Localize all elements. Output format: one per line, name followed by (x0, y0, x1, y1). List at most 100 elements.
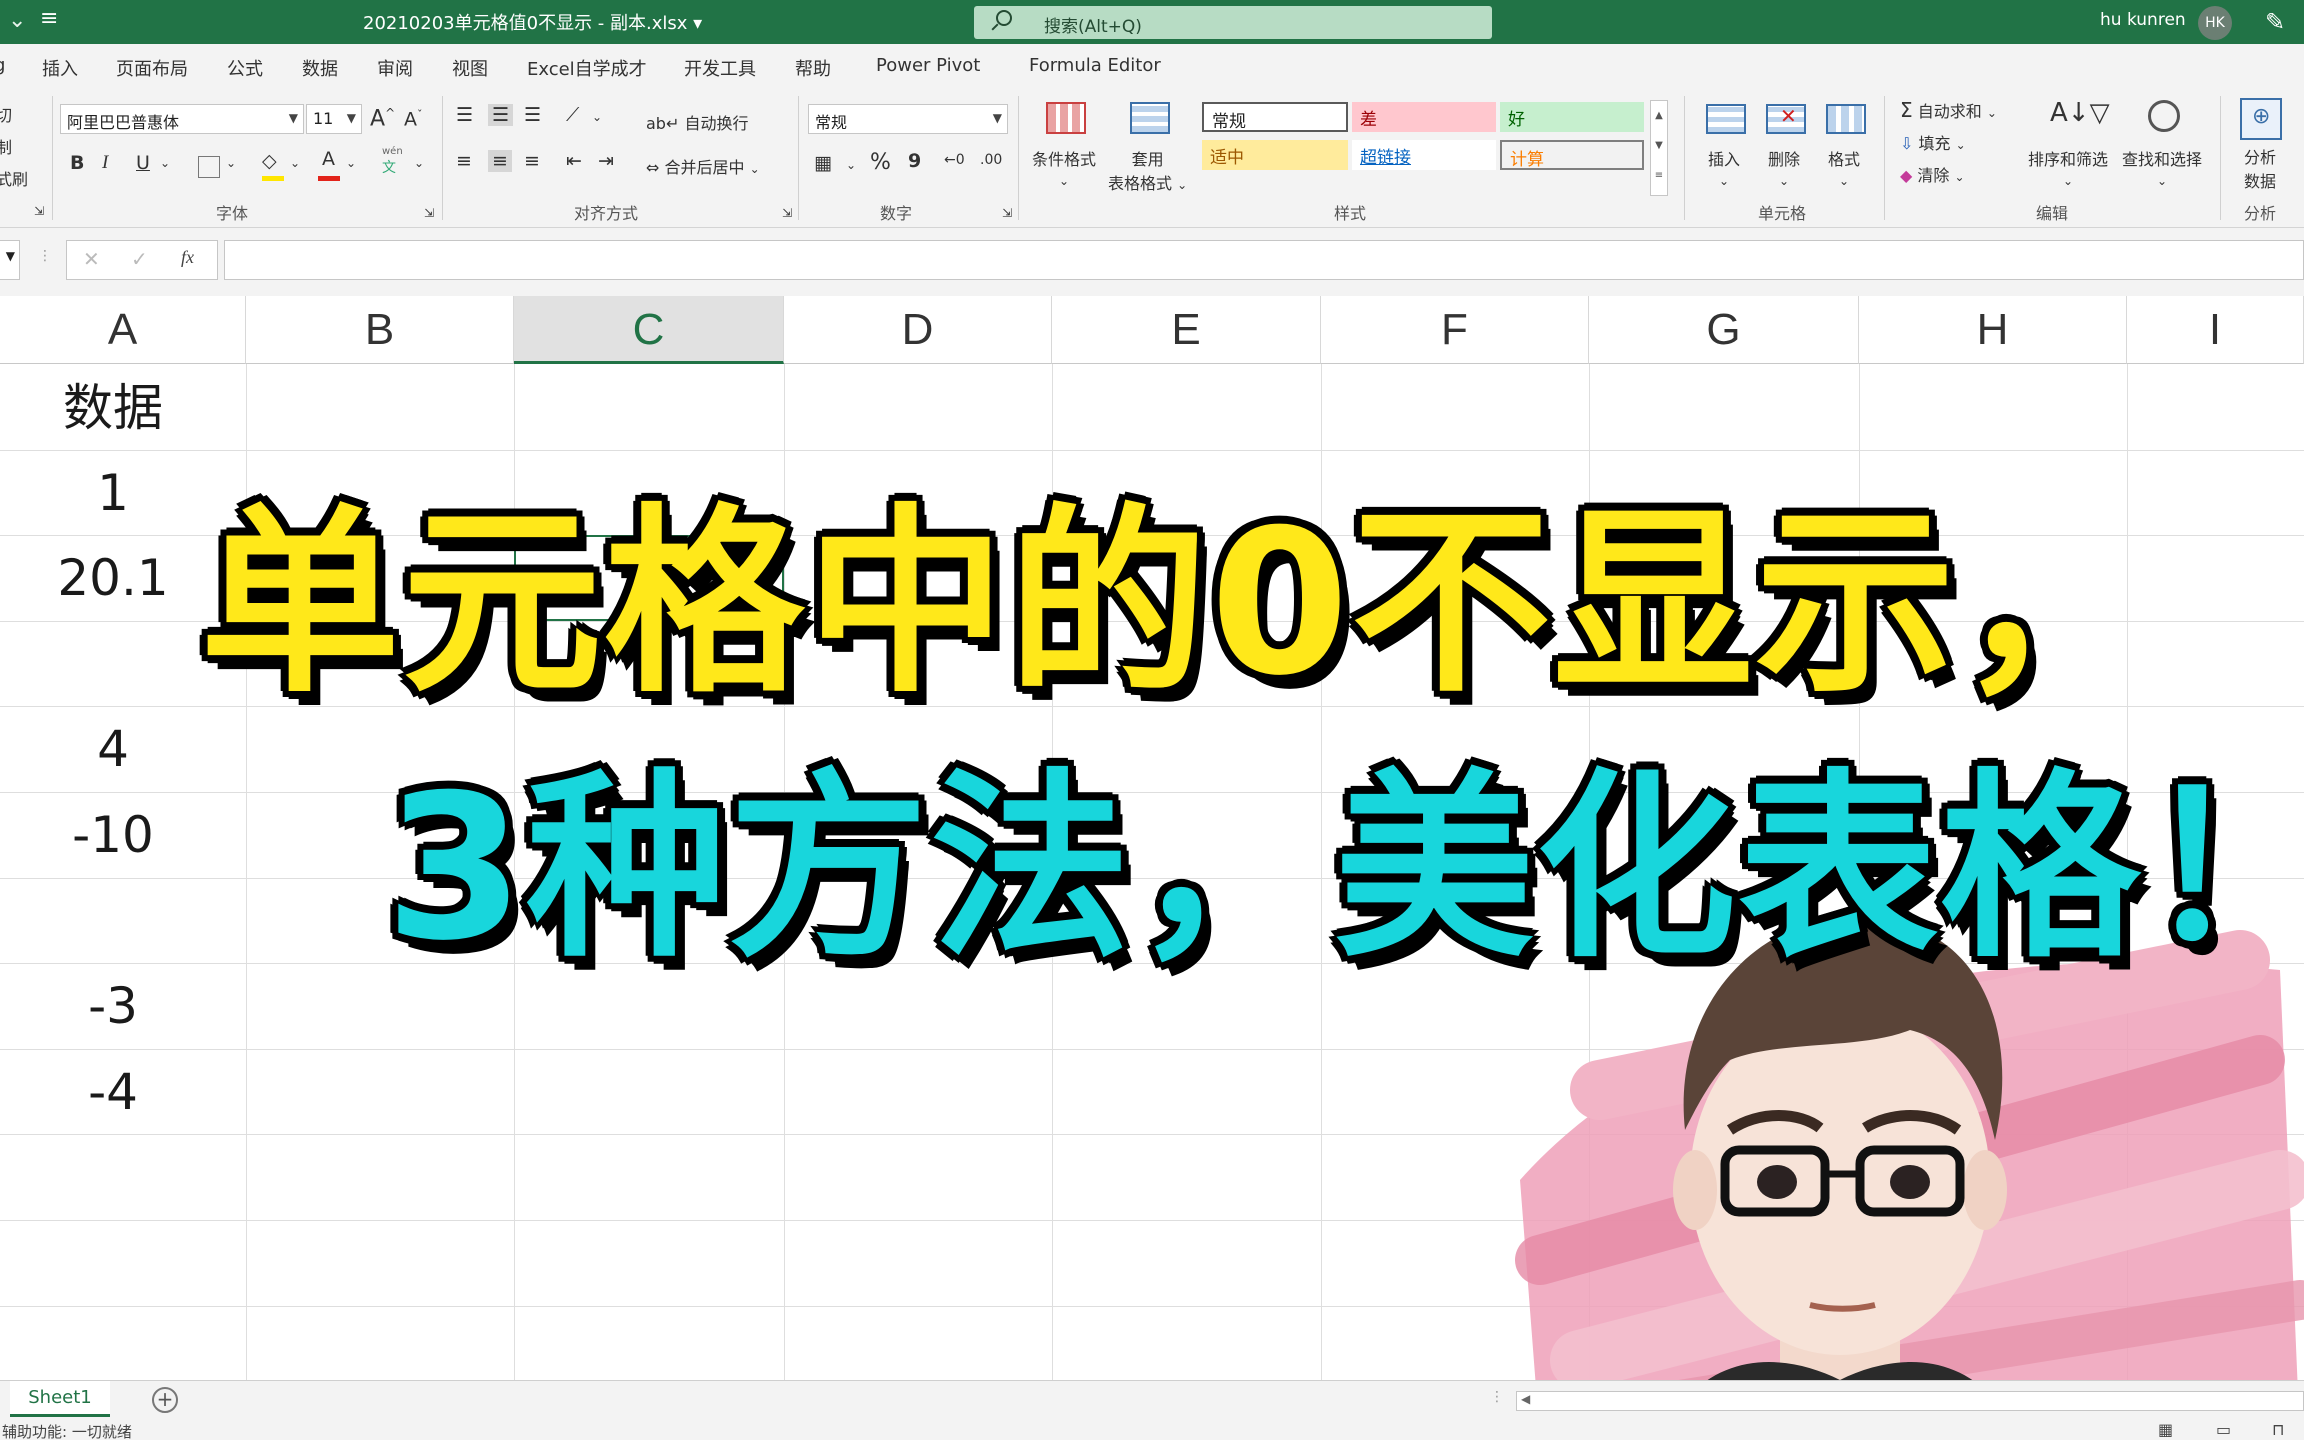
style-hyperlink[interactable]: 超链接 (1352, 140, 1496, 170)
chevron-down-icon[interactable]: ⌄ (346, 156, 356, 170)
normal-view-icon[interactable]: ▦ (2158, 1420, 2173, 1439)
undo-icon[interactable]: ⌄ (8, 8, 26, 33)
align-top-icon[interactable]: ☰ (456, 104, 473, 126)
italic-button[interactable]: I (102, 152, 108, 174)
chevron-down-icon[interactable]: ⌄ (226, 156, 236, 170)
formula-input[interactable] (224, 240, 2304, 280)
conditional-format-button[interactable]: 条件格式 ⌄ (1032, 146, 1096, 189)
style-normal[interactable]: 常规 (1202, 102, 1348, 132)
search-input[interactable]: 搜索(Alt+Q) (974, 6, 1492, 39)
tab-help[interactable]: 帮助 (795, 55, 831, 81)
cell-a3[interactable]: 20.1 (0, 538, 226, 618)
font-size-select[interactable]: 11 ▼ (306, 104, 362, 134)
scroll-left-icon[interactable]: ◀ (1521, 1392, 1530, 1406)
tab-excel-zixue[interactable]: Excel自学成才 (527, 55, 647, 81)
column-header-g[interactable]: G (1589, 296, 1859, 364)
column-header-a[interactable]: A (0, 296, 246, 364)
grow-font-button[interactable]: A^ (370, 106, 395, 131)
align-middle-icon[interactable]: ☰ (488, 104, 514, 126)
tab-page-layout[interactable]: 页面布局 (116, 55, 188, 81)
column-header-i[interactable]: I (2127, 296, 2304, 364)
tab-power-pivot[interactable]: Power Pivot (876, 55, 980, 76)
chevron-down-icon[interactable]: ⌄ (592, 110, 602, 124)
alignment-launcher-icon[interactable]: ⇲ (782, 206, 792, 220)
increase-decimal-icon[interactable]: ←0 (944, 152, 965, 168)
chevron-down-icon[interactable]: ⌄ (846, 158, 856, 172)
sort-filter-button[interactable]: 排序和筛选 ⌄ (2028, 146, 2108, 189)
chevron-down-icon[interactable]: ⌄ (160, 156, 170, 170)
phonetic-guide-icon[interactable]: wén 文 (382, 146, 403, 177)
customize-quick-access-icon[interactable]: ≡ (40, 6, 58, 31)
column-header-f[interactable]: F (1321, 296, 1589, 364)
align-left-icon[interactable]: ≡ (456, 150, 472, 172)
column-header-h[interactable]: H (1859, 296, 2127, 364)
format-as-table-button[interactable]: 套用 表格格式 ⌄ (1108, 146, 1187, 194)
avatar[interactable]: HK (2198, 6, 2232, 40)
document-title[interactable]: 20210203单元格值0不显示 - 副本.xlsx ▾ (363, 9, 702, 35)
bold-button[interactable]: B (70, 152, 84, 174)
horizontal-scrollbar[interactable]: ◀ (1516, 1391, 2304, 1411)
font-launcher-icon[interactable]: ⇲ (424, 206, 434, 220)
pen-icon[interactable]: ✎ (2265, 8, 2285, 36)
fill-color-icon[interactable]: ◇ (262, 150, 277, 172)
cell-a8[interactable]: -3 (0, 966, 226, 1046)
tab-formulas[interactable]: 公式 (227, 55, 263, 81)
column-header-c[interactable]: C (514, 296, 784, 364)
format-cells-button[interactable]: 格式 ⌄ (1828, 146, 1860, 189)
tab-home-partial[interactable]: g (0, 55, 5, 76)
style-good[interactable]: 好 (1500, 102, 1644, 132)
style-neutral[interactable]: 适中 (1202, 140, 1348, 170)
number-launcher-icon[interactable]: ⇲ (1002, 206, 1012, 220)
column-header-e[interactable]: E (1052, 296, 1321, 364)
style-bad[interactable]: 差 (1352, 102, 1496, 132)
name-box[interactable]: ▼ (0, 240, 20, 280)
cell-a5[interactable]: 4 (0, 709, 226, 789)
cell-a9[interactable]: -4 (0, 1052, 226, 1132)
tab-review[interactable]: 审阅 (377, 55, 413, 81)
find-select-button[interactable]: 查找和选择 ⌄ (2122, 146, 2202, 189)
delete-cells-button[interactable]: 删除 ⌄ (1768, 146, 1800, 189)
percent-style-button[interactable]: % (870, 150, 891, 175)
format-painter-button[interactable]: 式刷 (0, 166, 28, 190)
font-color-icon[interactable]: A (322, 148, 335, 170)
tab-data[interactable]: 数据 (302, 55, 338, 81)
styles-scroll[interactable]: ▲ ▼ ≡ (1650, 100, 1668, 196)
comma-style-button[interactable]: 9 (908, 150, 921, 172)
page-break-view-icon[interactable]: ⊓ (2272, 1420, 2284, 1439)
increase-indent-icon[interactable]: ⇥ (598, 150, 614, 172)
sheet-tab[interactable]: Sheet1 (10, 1381, 110, 1417)
analyze-data-button[interactable]: 分析 数据 (2244, 144, 2276, 192)
enter-icon[interactable]: ✓ (131, 247, 148, 271)
align-center-icon[interactable]: ≡ (488, 150, 512, 172)
resize-handle-icon[interactable]: ⋮ (1490, 1389, 1504, 1405)
add-sheet-icon[interactable]: + (152, 1387, 178, 1413)
decrease-indent-icon[interactable]: ⇤ (566, 150, 582, 172)
user-name[interactable]: hu kunren (2100, 10, 2186, 30)
page-layout-view-icon[interactable]: ▭ (2216, 1420, 2231, 1439)
decrease-decimal-icon[interactable]: .00 (980, 152, 1002, 168)
tab-formula-editor[interactable]: Formula Editor (1029, 55, 1161, 76)
column-header-d[interactable]: D (784, 296, 1052, 364)
accessibility-status[interactable]: 辅助功能: 一切就绪 (2, 1421, 132, 1440)
copy-button[interactable]: 制 (0, 134, 12, 158)
fill-button[interactable]: ⇩ 填充 ⌄ (1900, 130, 1966, 154)
insert-cells-button[interactable]: 插入 ⌄ (1708, 146, 1740, 189)
tab-insert[interactable]: 插入 (42, 55, 78, 81)
column-header-b[interactable]: B (246, 296, 514, 364)
orientation-icon[interactable]: ⟋ (566, 104, 579, 126)
clear-button[interactable]: ◆ 清除 ⌄ (1900, 162, 1965, 186)
autosum-button[interactable]: Σ 自动求和 ⌄ (1900, 98, 1997, 122)
accounting-format-icon[interactable]: ▦ (814, 152, 832, 174)
shrink-font-button[interactable]: Aˇ (404, 108, 423, 130)
cell-a2[interactable]: 1 (0, 453, 226, 533)
cut-button[interactable]: 切 (0, 102, 12, 126)
number-format-select[interactable]: 常规 ▼ (808, 104, 1008, 134)
clipboard-launcher-icon[interactable]: ⇲ (34, 204, 44, 218)
tab-developer[interactable]: 开发工具 (684, 55, 756, 81)
borders-icon[interactable] (198, 156, 220, 178)
chevron-down-icon[interactable]: ⌄ (414, 156, 424, 170)
cancel-icon[interactable]: ✕ (83, 247, 100, 271)
align-bottom-icon[interactable]: ☰ (524, 104, 541, 126)
chevron-down-icon[interactable]: ⌄ (290, 156, 300, 170)
resize-handle-icon[interactable]: ⋮ (38, 248, 52, 264)
